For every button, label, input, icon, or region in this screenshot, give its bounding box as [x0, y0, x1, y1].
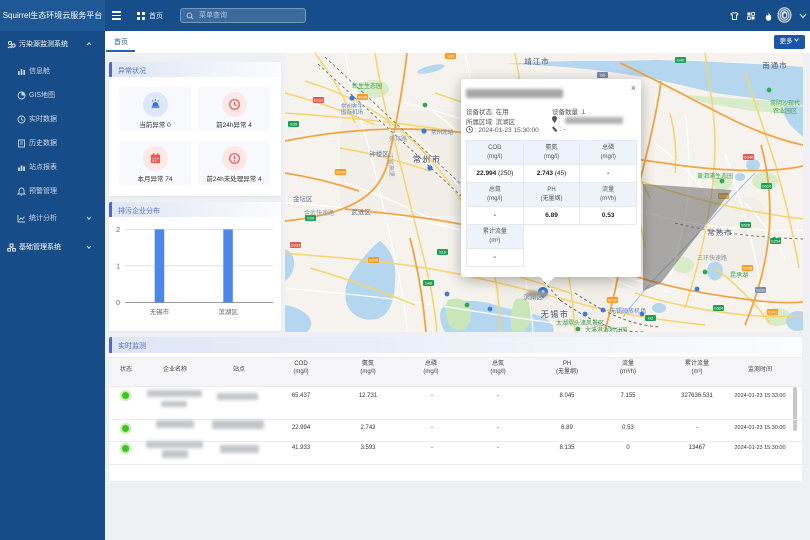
svg-text:S19: S19: [439, 250, 447, 255]
svg-text:靖江市: 靖江市: [524, 56, 550, 66]
svg-text:常州北站: 常州北站: [431, 128, 454, 136]
svg-text:G233: G233: [291, 243, 302, 248]
svg-text:G233: G233: [314, 98, 325, 103]
svg-text:S343: S343: [768, 310, 778, 315]
svg-text:G2: G2: [648, 316, 654, 321]
svg-text:金武快速路: 金武快速路: [304, 209, 334, 217]
svg-text:国际机场: 国际机场: [341, 108, 364, 116]
svg-text:S232: S232: [756, 288, 766, 293]
svg-text:太湖鼋头渚风景区: 太湖鼋头渚风景区: [556, 319, 604, 327]
svg-text:S35: S35: [447, 54, 455, 59]
svg-text:G8: G8: [600, 73, 606, 78]
svg-text:无锡市: 无锡市: [150, 307, 170, 316]
svg-text:G524: G524: [714, 306, 725, 311]
svg-text:G346: G346: [744, 155, 755, 160]
svg-text:0: 0: [116, 300, 120, 307]
svg-text:农业园区: 农业园区: [773, 107, 797, 115]
svg-text:常州奔牛: 常州奔牛: [341, 102, 364, 110]
svg-text:外环路: 外环路: [389, 135, 407, 143]
svg-text:常州市: 常州市: [413, 154, 442, 164]
svg-text:G524: G524: [762, 184, 773, 189]
svg-text:S338: S338: [743, 266, 753, 271]
svg-text:S48: S48: [425, 281, 433, 286]
svg-text:常阴沙现代: 常阴沙现代: [770, 99, 800, 107]
svg-text:滨湖区: 滨湖区: [218, 307, 238, 316]
svg-text:S526: S526: [741, 223, 751, 228]
svg-text:S240: S240: [336, 170, 346, 175]
svg-text:常熟市: 常熟市: [707, 227, 733, 237]
svg-text:新生生态园: 新生生态园: [352, 82, 382, 90]
svg-text:S240: S240: [369, 258, 379, 263]
svg-text:G204: G204: [771, 239, 782, 244]
svg-text:昆承湖: 昆承湖: [730, 271, 748, 279]
svg-text:无锡硕放机场: 无锡硕放机场: [610, 307, 646, 315]
svg-text:1: 1: [116, 264, 120, 271]
svg-text:武进区: 武进区: [351, 207, 371, 216]
svg-text:黄泗浦生态园: 黄泗浦生态园: [697, 172, 733, 180]
svg-text:金坛区: 金坛区: [293, 194, 313, 203]
svg-text:S39: S39: [290, 122, 298, 127]
svg-text:2: 2: [116, 227, 120, 234]
svg-text:无锡市: 无锡市: [541, 309, 570, 319]
svg-text:S230: S230: [608, 298, 618, 303]
svg-text:G40: G40: [677, 58, 685, 63]
svg-text:南通市: 南通市: [762, 60, 788, 70]
svg-text:三环快速路: 三环快速路: [697, 254, 727, 262]
svg-text:S239: S239: [358, 95, 368, 100]
